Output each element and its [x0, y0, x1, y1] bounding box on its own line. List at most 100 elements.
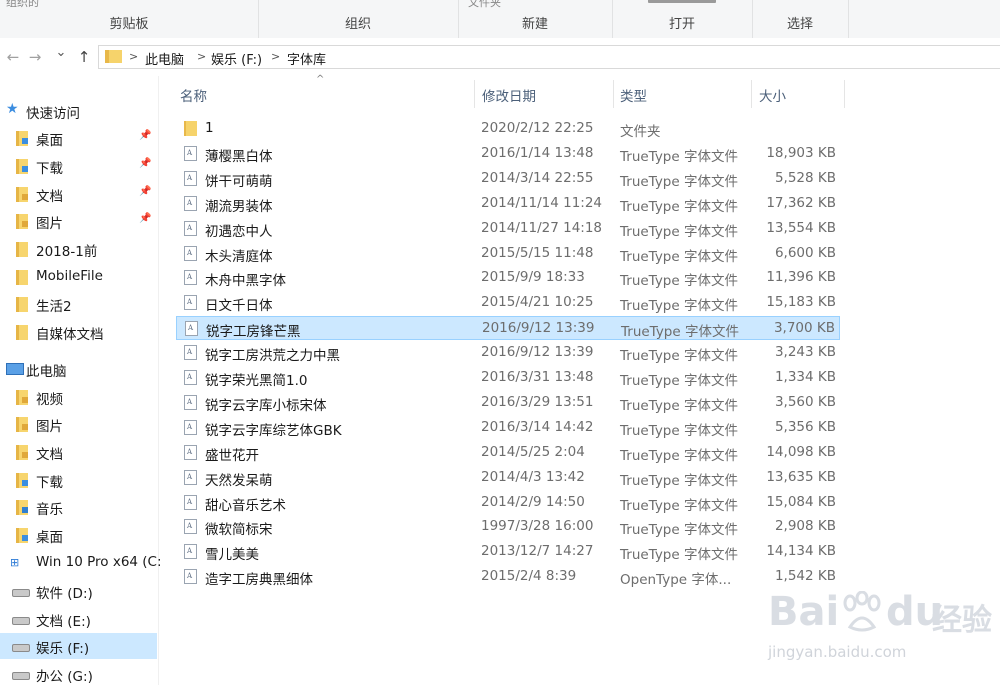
file-type: TrueType 字体文件 — [620, 547, 738, 564]
file-size: 1,542 KB — [774, 568, 836, 585]
column-header-type[interactable]: 类型 — [614, 76, 751, 114]
address-bar[interactable]: > 此电脑 > 娱乐 (F:) > 字体库 — [98, 45, 1000, 69]
file-row[interactable]: 薄樱黑白体 2016/1/14 13:48 TrueType 字体文件 18,903 … — [176, 142, 840, 166]
file-date: 2016/1/14 13:48 — [481, 144, 594, 161]
column-date-label: 修改日期 — [482, 89, 536, 105]
back-arrow-icon[interactable]: ← — [2, 47, 24, 67]
sidebar-item[interactable]: 下载 — [0, 467, 157, 493]
file-date: 2014/3/14 22:55 — [481, 169, 594, 186]
watermark-url: jingyan.baidu.com — [768, 643, 907, 661]
sidebar-item[interactable]: 文档 (E:) — [0, 606, 157, 632]
file-type: TrueType 字体文件 — [620, 397, 738, 414]
column-header-date[interactable]: 修改日期 — [475, 76, 613, 114]
column-header-size[interactable]: 大小 — [752, 76, 844, 114]
file-row[interactable]: 锐字工房洪荒之力中黑 2016/9/12 13:39 TrueType 字体文件 3,… — [176, 341, 840, 365]
sidebar-item[interactable]: 音乐 — [0, 494, 157, 520]
file-date: 2016/9/12 13:39 — [481, 344, 594, 361]
file-row[interactable]: 雪儿美美 2013/12/7 14:27 TrueType 字体文件 14,134 K… — [176, 540, 840, 564]
file-size: 5,356 KB — [774, 418, 836, 435]
file-type: TrueType 字体文件 — [620, 472, 738, 489]
sidebar-item[interactable]: 图片 — [0, 411, 157, 437]
file-row[interactable]: 盛世花开 2014/5/25 2:04 TrueType 字体文件 14,098 KB — [176, 441, 840, 465]
file-name: 1 — [205, 120, 214, 136]
sidebar-item[interactable]: 桌面 — [0, 522, 157, 548]
sidebar-item[interactable]: 下载 📌 — [0, 153, 157, 179]
file-row[interactable]: 锐字工房锋芒黑 2016/9/12 13:39 TrueType 字体文件 3,700… — [176, 316, 840, 341]
pin-icon[interactable]: 📌 — [139, 158, 151, 169]
ribbon-group-select[interactable]: 选择 — [752, 0, 849, 38]
sidebar-item[interactable]: ⊞ Win 10 Pro x64 (C: — [0, 550, 162, 576]
file-type: OpenType 字体... — [620, 572, 732, 589]
ribbon-group-open[interactable]: 打开 — [612, 0, 753, 38]
sidebar-item[interactable]: 生活2 — [0, 291, 157, 317]
file-row[interactable]: 木舟中黑字体 2015/9/9 18:33 TrueType 字体文件 11,396 … — [176, 266, 840, 290]
file-row[interactable]: 1 2020/2/12 22:25 文件夹 — [176, 117, 840, 141]
breadcrumb-drive[interactable]: 娱乐 (F:) — [211, 49, 262, 68]
ribbon-open-icon — [648, 0, 716, 3]
file-row[interactable]: 锐字荣光黑简1.0 2016/3/31 13:48 TrueType 字体文件 1,3… — [176, 366, 840, 390]
column-divider[interactable] — [844, 80, 845, 108]
sidebar-item[interactable]: 办公 (G:) — [0, 661, 157, 687]
breadcrumb-this-pc[interactable]: 此电脑 — [145, 49, 184, 68]
file-row[interactable]: 甜心音乐艺术 2014/2/9 14:50 TrueType 字体文件 15,084 … — [176, 491, 840, 515]
sidebar-item[interactable]: 娱乐 (F:) — [0, 633, 157, 659]
folder-icon — [16, 297, 30, 312]
sidebar-item[interactable]: 图片 📌 — [0, 208, 157, 234]
sidebar-item[interactable]: MobileFile — [0, 264, 157, 290]
font-file-icon — [184, 494, 197, 510]
up-arrow-icon[interactable]: ↑ — [73, 47, 95, 67]
sidebar-item[interactable]: 软件 (D:) — [0, 578, 157, 604]
documents-folder-icon — [16, 445, 30, 460]
file-date: 1997/3/28 16:00 — [481, 518, 594, 535]
documents-folder-icon — [16, 187, 30, 202]
sidebar-item-label: 桌面 — [36, 133, 63, 149]
file-date: 2014/2/9 14:50 — [481, 493, 585, 510]
breadcrumb-chevron-icon[interactable]: > — [197, 50, 206, 63]
ribbon-group-new[interactable]: 文件夹 新建 — [458, 0, 613, 38]
file-size: 17,362 KB — [766, 194, 836, 211]
sidebar-item[interactable]: 桌面 📌 — [0, 125, 157, 151]
sidebar-item-label: MobileFile — [36, 268, 103, 284]
file-name: 锐字云字库综艺体GBK — [205, 422, 342, 439]
breadcrumb-chevron-icon[interactable]: > — [271, 50, 280, 63]
pin-icon[interactable]: 📌 — [139, 213, 151, 224]
sidebar-item[interactable]: 此电脑 — [0, 356, 157, 382]
file-row[interactable]: 天然发呆萌 2014/4/3 13:42 TrueType 字体文件 13,635 K… — [176, 466, 840, 490]
file-size: 3,243 KB — [774, 344, 836, 361]
file-row[interactable]: 潮流男装体 2014/11/14 11:24 TrueType 字体文件 17,362… — [176, 192, 840, 216]
file-name: 初遇恋中人 — [205, 223, 273, 240]
column-header-name[interactable]: 名称 ^ — [160, 74, 474, 114]
folder-icon — [16, 325, 30, 340]
sidebar-item[interactable]: 视频 — [0, 384, 157, 410]
pin-icon[interactable]: 📌 — [139, 130, 151, 141]
file-row[interactable]: 木头清庭体 2015/5/15 11:48 TrueType 字体文件 6,600 K… — [176, 242, 840, 266]
font-file-icon — [184, 444, 197, 460]
breadcrumb-chevron-icon[interactable]: > — [129, 50, 138, 63]
file-row[interactable]: 锐字云字库小标宋体 2016/3/29 13:51 TrueType 字体文件 3,5… — [176, 391, 840, 415]
sidebar-item[interactable]: 文档 📌 — [0, 181, 157, 207]
ribbon-group-clipboard[interactable]: 组织的 剪贴板 — [0, 0, 259, 38]
sidebar-item[interactable]: 自媒体文档 — [0, 319, 157, 345]
desktop-folder-icon — [16, 528, 30, 543]
file-name: 锐字工房锋芒黑 — [206, 324, 301, 341]
file-row[interactable]: 造字工房典黑细体 2015/2/4 8:39 OpenType 字体... 1,542… — [176, 565, 840, 589]
file-name: 微软简标宋 — [205, 522, 273, 539]
sidebar-item[interactable]: 2018-1前 — [0, 236, 157, 262]
breadcrumb-folder[interactable]: 字体库 — [287, 49, 326, 68]
file-row[interactable]: 锐字云字库综艺体GBK 2016/3/14 14:42 TrueType 字体文件 5… — [176, 416, 840, 440]
file-name: 造字工房典黑细体 — [205, 572, 313, 589]
file-row[interactable]: 日文千日体 2015/4/21 10:25 TrueType 字体文件 15,183 … — [176, 291, 840, 315]
sidebar-item[interactable]: 文档 — [0, 439, 157, 465]
file-row[interactable]: 饼干可萌萌 2014/3/14 22:55 TrueType 字体文件 5,528 K… — [176, 167, 840, 191]
sidebar-item[interactable]: ★ 快速访问 — [0, 98, 157, 124]
forward-arrow-icon[interactable]: → — [24, 47, 46, 67]
sort-ascending-icon: ^ — [316, 74, 325, 85]
file-row[interactable]: 初遇恋中人 2014/11/27 14:18 TrueType 字体文件 13,554… — [176, 217, 840, 241]
baidu-watermark: Bai du 经验 jingyan.baidu.com — [762, 585, 992, 675]
chevron-down-icon[interactable]: ⌄ — [50, 43, 72, 63]
sidebar-item-label: 桌面 — [36, 530, 63, 546]
pin-icon[interactable]: 📌 — [139, 186, 151, 197]
file-row[interactable]: 微软简标宋 1997/3/28 16:00 TrueType 字体文件 2,908 K… — [176, 515, 840, 539]
ribbon-group-organize[interactable]: 组织 — [258, 0, 459, 38]
sidebar-item-label: 自媒体文档 — [36, 327, 104, 343]
